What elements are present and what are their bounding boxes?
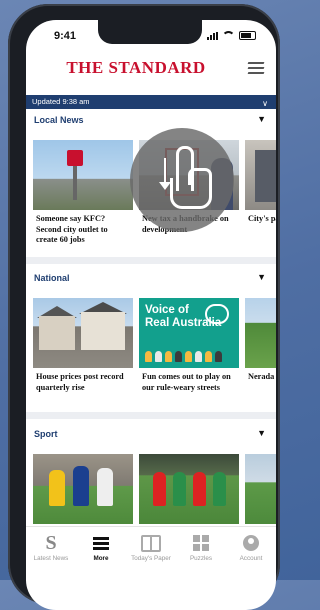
- app-screen: 9:41 THE STANDARD Updated 9:38 am ∨ Loca…: [26, 20, 276, 610]
- signal-icon: [207, 31, 218, 40]
- section-header[interactable]: Local News ▼: [26, 112, 276, 132]
- story-headline: City's pa higher th: [248, 214, 276, 223]
- story-card[interactable]: House prices post record quarterly rise: [33, 298, 133, 397]
- notch: [98, 20, 202, 44]
- masthead-title[interactable]: THE STANDARD: [26, 58, 246, 78]
- menu-icon: [93, 535, 109, 552]
- update-bar[interactable]: Updated 9:38 am ∨: [26, 95, 276, 109]
- story-card[interactable]: Voice of Real Australia Fun comes out to …: [139, 298, 239, 397]
- story-image: [245, 140, 276, 210]
- update-text: Updated 9:38 am: [32, 97, 90, 106]
- story-image: [245, 454, 276, 524]
- dropdown-arrow-icon[interactable]: ▼: [257, 272, 266, 282]
- story-image: [33, 454, 133, 524]
- story-image: [33, 298, 133, 368]
- section-national: National ▼ House prices post record quar…: [26, 270, 276, 397]
- tab-label: Latest News: [33, 555, 69, 562]
- story-card[interactable]: Someone say KFC? Second city outlet to c…: [33, 140, 133, 250]
- tab-todays-paper[interactable]: Today's Paper: [126, 527, 176, 562]
- story-headline: Someone say KFC? Second city outlet to c…: [36, 214, 108, 244]
- chevron-down-icon[interactable]: ∨: [256, 97, 268, 111]
- puzzle-icon: [193, 535, 209, 551]
- section-label: National: [34, 273, 70, 283]
- story-card[interactable]: City's pa higher th: [245, 140, 276, 250]
- status-time: 9:41: [54, 30, 77, 42]
- tab-label: More: [93, 555, 109, 562]
- section-label: Sport: [34, 429, 58, 439]
- newspaper-icon: [141, 534, 161, 552]
- hamburger-menu-icon[interactable]: [247, 62, 265, 76]
- tab-label: Puzzles: [189, 555, 213, 562]
- section-divider: [26, 412, 276, 419]
- section-divider: [26, 257, 276, 264]
- tab-more[interactable]: More: [76, 527, 126, 562]
- speech-bubble-icon: [205, 304, 229, 324]
- story-card[interactable]: [33, 454, 133, 524]
- s-logo-icon: S: [45, 532, 57, 554]
- dropdown-arrow-icon[interactable]: ▼: [257, 428, 266, 438]
- story-image: [139, 454, 239, 524]
- tab-latest-news[interactable]: S Latest News: [26, 527, 76, 562]
- story-headline: Nerada T 50 years: [248, 372, 276, 381]
- dropdown-arrow-icon[interactable]: ▼: [257, 114, 266, 124]
- story-headline: Fun comes out to play on our rule-weary …: [142, 372, 231, 392]
- section-header[interactable]: Sport ▼: [26, 426, 276, 446]
- story-card[interactable]: [139, 454, 239, 524]
- voice-promo-image: Voice of Real Australia: [139, 298, 239, 368]
- story-card[interactable]: Nerada T 50 years: [245, 298, 276, 397]
- phone-frame: 9:41 THE STANDARD Updated 9:38 am ∨ Loca…: [8, 4, 280, 610]
- section-sport: Sport ▼: [26, 426, 276, 524]
- tab-puzzles[interactable]: Puzzles: [176, 527, 226, 562]
- section-header[interactable]: National ▼: [26, 270, 276, 290]
- status-icons: [207, 31, 256, 40]
- story-image: [245, 298, 276, 368]
- story-card[interactable]: [245, 454, 276, 524]
- tab-label: Account: [239, 555, 263, 562]
- masthead: THE STANDARD: [26, 50, 276, 92]
- story-headline: House prices post record quarterly rise: [36, 372, 124, 392]
- section-label: Local News: [34, 115, 84, 125]
- battery-icon: [239, 31, 256, 40]
- bottom-tab-bar: S Latest News More Today's Paper Puzzles…: [26, 526, 276, 581]
- story-image: [33, 140, 133, 210]
- account-icon: [243, 535, 259, 551]
- section-local-news: Local News ▼ Someone say KFC? Second cit…: [26, 112, 276, 250]
- scroll-gesture-hint: [130, 128, 234, 232]
- tab-account[interactable]: Account: [226, 527, 276, 562]
- tab-label: Today's Paper: [131, 555, 171, 562]
- wifi-icon: [222, 31, 235, 40]
